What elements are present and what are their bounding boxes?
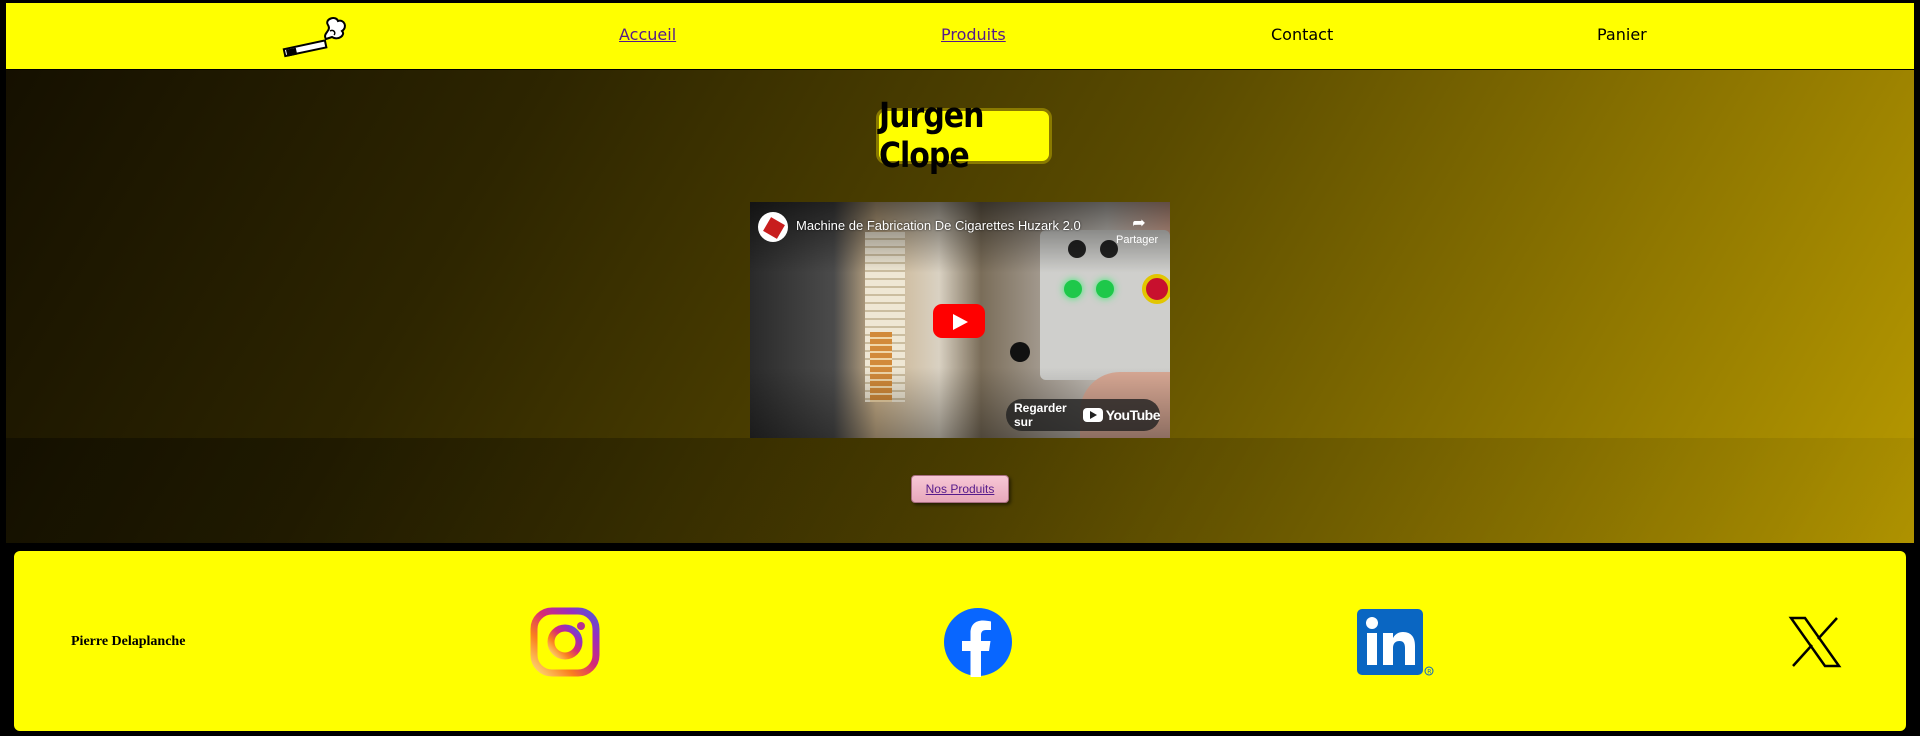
nav-contact[interactable]: Contact [1271, 25, 1333, 44]
nos-produits-button[interactable]: Nos Produits [911, 475, 1009, 503]
share-label[interactable]: Partager [1116, 234, 1158, 246]
brand-title: Jurgen Clope [879, 95, 985, 177]
author-name: Pierre Delaplanche [71, 634, 186, 649]
nav-panier[interactable]: Panier [1597, 25, 1647, 44]
watch-on-label: Regarder sur [1014, 401, 1067, 429]
youtube-play-icon [1082, 408, 1103, 422]
youtube-video-embed[interactable]: Machine de Fabrication De Cigarettes Huz… [750, 202, 1170, 438]
x-icon[interactable] [1787, 614, 1843, 670]
video-title[interactable]: Machine de Fabrication De Cigarettes Huz… [796, 218, 1096, 233]
facebook-icon[interactable] [943, 607, 1013, 677]
linkedin-icon[interactable]: R [1355, 607, 1435, 677]
instagram-icon[interactable] [530, 607, 600, 677]
play-button[interactable] [933, 304, 985, 338]
youtube-wordmark: YouTube [1105, 407, 1161, 423]
svg-text:R: R [1427, 668, 1431, 675]
youtube-logo: YouTube [1082, 407, 1161, 423]
nav-produits[interactable]: Produits [941, 25, 1006, 44]
brand-badge: Jurgen Clope [876, 96, 1052, 176]
nav-accueil[interactable]: Accueil [619, 25, 676, 44]
channel-avatar[interactable] [758, 212, 788, 242]
share-icon[interactable]: ➦ [1128, 214, 1150, 232]
site-header: Accueil Produits Contact Panier [6, 3, 1914, 69]
main-section: Jurgen Clope Machine de Fabrication De C… [6, 70, 1914, 543]
watch-on-youtube-button[interactable]: Regarder sur YouTube [1006, 399, 1161, 431]
smoking-cigarette-logo[interactable] [282, 13, 350, 61]
site-footer: Pierre Delaplanche R [14, 551, 1906, 731]
